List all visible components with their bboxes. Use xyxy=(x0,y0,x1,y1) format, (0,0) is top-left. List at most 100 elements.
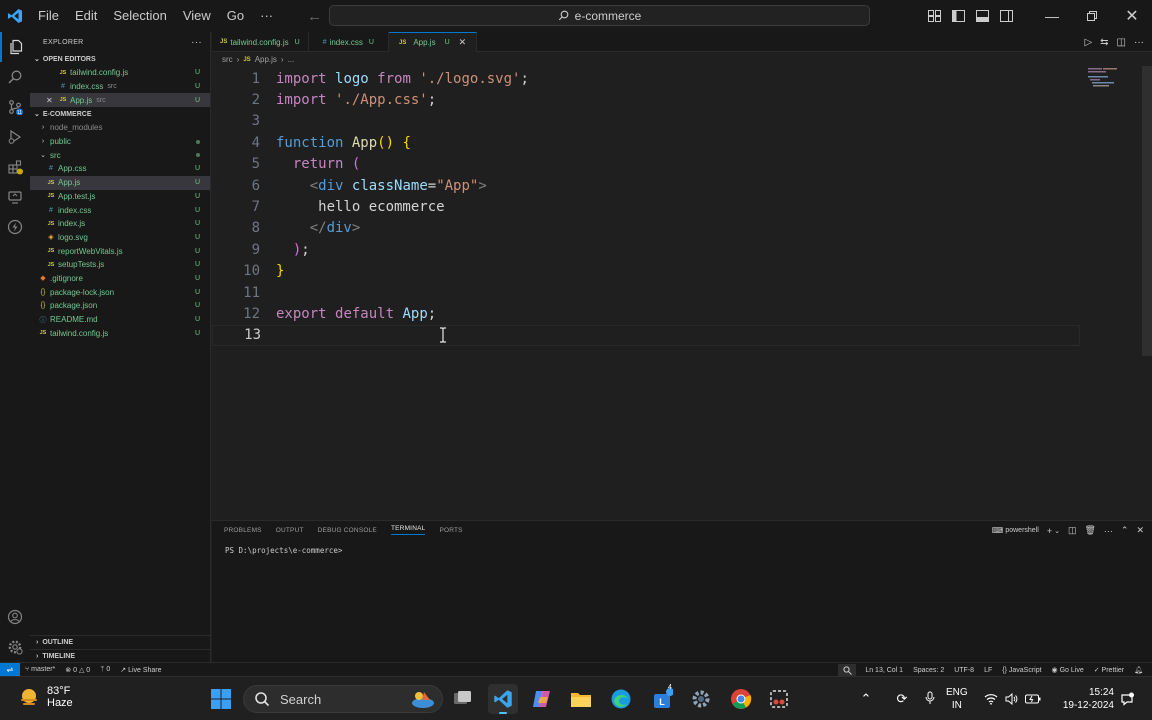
close-tab-icon[interactable]: ✕ xyxy=(459,37,467,48)
shell-name[interactable]: powershell xyxy=(1005,527,1038,534)
editor-scrollbar[interactable] xyxy=(1142,66,1152,356)
maximize-panel-icon[interactable]: ⌃ xyxy=(1121,525,1129,536)
sync-icon[interactable]: ⟳ xyxy=(888,691,916,707)
code-line[interactable]: 12 export default App; xyxy=(212,303,1080,324)
menu-more[interactable]: ··· xyxy=(252,0,281,32)
file-item[interactable]: ◈ logo.svg U xyxy=(30,231,210,245)
toggle-secondary-sidebar-icon[interactable] xyxy=(994,0,1018,32)
code-line[interactable]: 2 import './App.css'; xyxy=(212,89,1080,110)
menu-view[interactable]: View xyxy=(175,0,219,32)
taskbar-search[interactable]: Search xyxy=(243,685,443,713)
customize-layout-icon[interactable] xyxy=(922,0,946,32)
lightning-icon[interactable] xyxy=(0,212,30,242)
more-actions-icon[interactable]: ··· xyxy=(191,37,202,48)
microsoft-store-icon[interactable]: L 4 xyxy=(647,684,677,714)
chevron-up-icon[interactable]: ⌃ xyxy=(858,691,874,707)
run-icon[interactable]: ▷ xyxy=(1084,37,1092,48)
code-line[interactable]: 5 return ( xyxy=(212,154,1080,175)
command-center[interactable]: e-commerce xyxy=(329,5,870,26)
clock[interactable]: 15:24 19-12-2024 xyxy=(1056,686,1114,712)
folder-item[interactable]: › public xyxy=(30,135,210,149)
live-share[interactable]: ↗ Live Share xyxy=(115,666,166,674)
close-panel-icon[interactable]: ✕ xyxy=(1136,525,1144,536)
more-actions-icon[interactable]: ··· xyxy=(1104,526,1113,536)
menu-edit[interactable]: Edit xyxy=(67,0,105,32)
compare-changes-icon[interactable]: ⇆ xyxy=(1100,37,1108,48)
code-line[interactable]: 4 function App() { xyxy=(212,132,1080,153)
file-item[interactable]: ⓘ README.md U xyxy=(30,313,210,327)
code-editor[interactable]: 1 import logo from './logo.svg'; 2 import '… xyxy=(212,66,1152,520)
back-arrow-icon[interactable]: ← xyxy=(307,8,322,25)
code-line[interactable]: 11 xyxy=(212,282,1080,303)
minimize-button[interactable]: — xyxy=(1032,0,1072,32)
code-line[interactable]: 9 ); xyxy=(212,239,1080,260)
go-live[interactable]: ◉ Go Live xyxy=(1047,666,1089,674)
search-icon[interactable] xyxy=(0,62,30,92)
file-item[interactable]: JS setupTests.js U xyxy=(30,258,210,272)
microphone-icon[interactable] xyxy=(918,691,942,708)
file-item[interactable]: JS reportWebVitals.js U xyxy=(30,244,210,258)
copilot-icon[interactable] xyxy=(527,684,557,714)
quick-settings[interactable] xyxy=(984,677,1041,720)
snipping-tool-icon[interactable] xyxy=(764,684,794,714)
project-section[interactable]: ⌄ E-COMMERCE xyxy=(30,107,210,121)
code-line[interactable]: 7 hello ecommerce xyxy=(212,196,1080,217)
input-language[interactable]: ENG IN xyxy=(946,686,968,712)
close-window-button[interactable]: ✕ xyxy=(1112,0,1152,32)
ports-indicator[interactable]: ᛘ 0 xyxy=(95,666,115,673)
timeline-section[interactable]: › TIMELINE xyxy=(30,649,211,663)
tab-tailwind-config[interactable]: JS tailwind.config.js U xyxy=(212,32,309,52)
menu-selection[interactable]: Selection xyxy=(105,0,174,32)
outline-section[interactable]: › OUTLINE xyxy=(30,635,211,649)
extensions-icon[interactable] xyxy=(0,152,30,182)
folder-item[interactable]: › node_modules xyxy=(30,121,210,135)
open-editor-item[interactable]: JS tailwind.config.js U xyxy=(30,66,210,80)
open-editor-item[interactable]: # index.css src U xyxy=(30,80,210,94)
settings-gear-icon[interactable] xyxy=(686,684,716,714)
code-line[interactable]: 3 xyxy=(212,111,1080,132)
tab-ports[interactable]: PORTS xyxy=(439,527,462,534)
tab-output[interactable]: OUTPUT xyxy=(276,527,304,534)
code-line[interactable]: 13 xyxy=(212,324,1080,347)
split-terminal-icon[interactable]: ◫ xyxy=(1068,525,1077,536)
remote-indicator-icon[interactable]: ⇌ xyxy=(0,662,20,677)
restore-button[interactable] xyxy=(1072,0,1112,32)
indentation[interactable]: Spaces: 2 xyxy=(908,667,949,674)
breadcrumb-folder[interactable]: src xyxy=(222,55,233,64)
problems-indicator[interactable]: ⊗ 0 △ 0 xyxy=(60,666,95,674)
prettier[interactable]: ✓ Prettier xyxy=(1089,666,1129,674)
folder-item[interactable]: ⌄ src xyxy=(30,148,210,162)
git-branch[interactable]: ⑂ master* xyxy=(20,666,60,673)
toggle-panel-icon[interactable] xyxy=(970,0,994,32)
zoom-icon[interactable] xyxy=(838,663,857,677)
minimap[interactable] xyxy=(1086,66,1142,520)
file-item[interactable]: JS index.js U xyxy=(30,217,210,231)
windows-start-icon[interactable] xyxy=(206,684,236,714)
split-editor-icon[interactable]: ◫ xyxy=(1117,37,1126,48)
file-item[interactable]: JS App.js U xyxy=(30,175,210,190)
account-icon[interactable] xyxy=(0,602,30,632)
vscode-taskbar-icon[interactable] xyxy=(488,684,518,714)
toggle-primary-sidebar-icon[interactable] xyxy=(946,0,970,32)
code-line[interactable]: 8 </div> xyxy=(212,218,1080,239)
edge-browser-icon[interactable] xyxy=(606,684,636,714)
file-item[interactable]: # App.css U xyxy=(30,162,210,176)
chrome-browser-icon[interactable] xyxy=(726,684,756,714)
cursor-position[interactable]: Ln 13, Col 1 xyxy=(860,667,908,674)
code-line[interactable]: 1 import logo from './logo.svg'; xyxy=(212,68,1080,89)
notification-icon[interactable] xyxy=(1120,677,1134,720)
file-explorer-icon[interactable] xyxy=(566,684,596,714)
tab-app-js[interactable]: JS App.js U ✕ xyxy=(388,32,478,52)
tab-terminal[interactable]: TERMINAL xyxy=(390,525,426,535)
file-item[interactable]: ◆ .gitignore U xyxy=(30,272,210,286)
chevron-down-icon[interactable]: ⌄ xyxy=(1054,527,1060,535)
run-debug-icon[interactable] xyxy=(0,122,30,152)
menu-file[interactable]: File xyxy=(30,0,67,32)
breadcrumb-file[interactable]: App.js xyxy=(255,55,277,64)
open-editor-item[interactable]: ✕ JS App.js src U xyxy=(30,93,210,108)
task-view-icon[interactable] xyxy=(448,684,478,714)
explorer-icon[interactable] xyxy=(0,32,30,62)
menu-go[interactable]: Go xyxy=(219,0,252,32)
file-item[interactable]: {} package.json U xyxy=(30,299,210,313)
source-control-icon[interactable]: 11 xyxy=(0,92,30,122)
